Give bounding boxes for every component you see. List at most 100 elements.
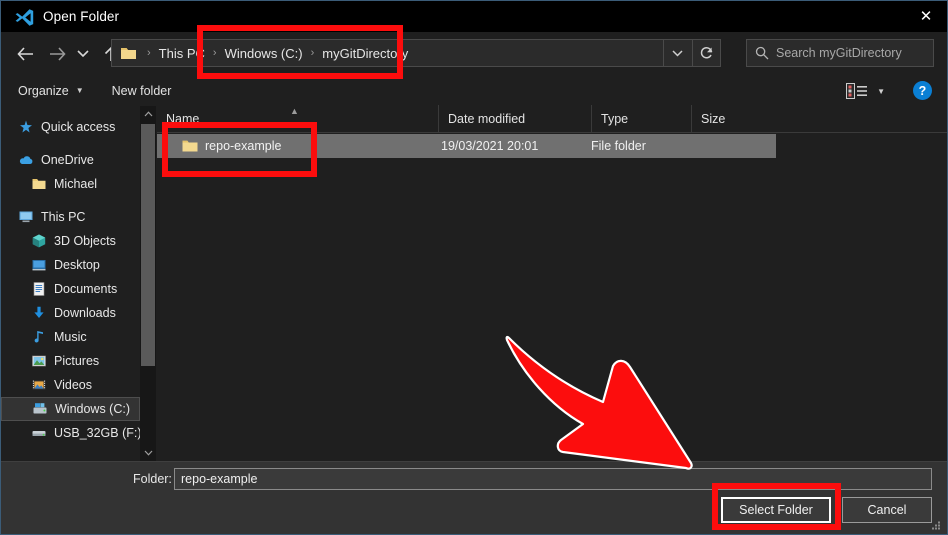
new-folder-label: New folder [111, 83, 172, 98]
close-icon: ✕ [919, 8, 933, 25]
view-options-button[interactable]: ▼ [846, 80, 885, 102]
sidebar-scrollbar[interactable] [140, 106, 156, 461]
close-button[interactable]: ✕ [903, 1, 947, 32]
chevron-down-icon [144, 450, 152, 456]
sort-ascending-icon: ▲ [290, 106, 299, 116]
navigation-sidebar[interactable]: Quick access OneDrive Michael This PC 3D… [1, 106, 140, 461]
file-type: File folder [591, 139, 646, 153]
folder-icon [182, 140, 198, 152]
breadcrumb-separator: › [212, 47, 217, 59]
vscode-logo-icon [15, 8, 34, 26]
breadcrumb-separator: › [310, 47, 315, 59]
monitor-icon [19, 211, 33, 223]
recent-locations-button[interactable] [72, 39, 94, 69]
breadcrumb-this-pc[interactable]: This PC [158, 46, 206, 61]
usb-drive-icon [32, 431, 46, 436]
cancel-button[interactable]: Cancel [842, 497, 932, 523]
new-folder-button[interactable]: New folder [106, 79, 178, 103]
search-input[interactable] [776, 46, 926, 60]
column-header-type[interactable]: Type [591, 105, 691, 132]
list-view-icon [846, 83, 868, 99]
music-note-icon [34, 331, 43, 343]
sidebar-item-onedrive[interactable]: OneDrive [1, 148, 140, 172]
cancel-label: Cancel [867, 503, 907, 517]
sidebar-item-label: OneDrive [41, 153, 94, 167]
sidebar-item-label: Windows (C:) [55, 402, 131, 416]
sidebar-item-label: Documents [54, 282, 118, 296]
sidebar-item-music[interactable]: Music [1, 325, 140, 349]
download-arrow-icon [34, 306, 44, 318]
address-dropdown-button[interactable] [663, 40, 691, 66]
file-list[interactable]: Name ▲ Date modified Type Size repo-exam… [157, 105, 947, 461]
refresh-icon [700, 47, 712, 59]
sidebar-item-label: Desktop [54, 258, 100, 272]
desktop-icon [32, 260, 46, 271]
sidebar-item-label: This PC [41, 210, 86, 224]
back-button[interactable] [10, 39, 40, 69]
picture-icon [32, 355, 46, 367]
scrollbar-thumb[interactable] [141, 124, 155, 366]
sidebar-item-michael[interactable]: Michael [1, 172, 140, 196]
file-name: repo-example [205, 139, 282, 153]
forward-arrow-icon [49, 46, 66, 61]
breadcrumb-windows-c[interactable]: Windows (C:) [224, 46, 304, 61]
folder-icon [121, 48, 136, 59]
sidebar-item-label: USB_32GB (F:) [54, 426, 140, 440]
sidebar-item-usb-drive[interactable]: USB_32GB (F:) [1, 421, 140, 445]
column-headers: Name ▲ Date modified Type Size [157, 105, 947, 133]
toolbar: Organize ▼ New folder ▼ ? [1, 75, 947, 106]
document-icon [33, 282, 45, 296]
sidebar-item-videos[interactable]: Videos [1, 373, 140, 397]
sidebar-item-label: Pictures [54, 354, 100, 368]
sidebar-item-desktop[interactable]: Desktop [1, 253, 140, 277]
sidebar-item-label: Music [54, 330, 87, 344]
chevron-down-icon: ▼ [75, 86, 84, 95]
chevron-down-icon: ▼ [877, 86, 885, 96]
folder-field-label: Folder: [133, 472, 172, 486]
refresh-button[interactable] [692, 40, 720, 66]
sidebar-item-label: Quick access [41, 120, 116, 134]
table-row[interactable]: repo-example 19/03/2021 20:01 File folde… [157, 134, 776, 158]
help-button[interactable]: ? [913, 81, 932, 100]
search-icon [755, 46, 769, 60]
sidebar-item-downloads[interactable]: Downloads [1, 301, 140, 325]
star-icon [20, 120, 32, 133]
organize-label: Organize [18, 83, 69, 98]
sidebar-item-label: Downloads [54, 306, 116, 320]
file-date-modified: 19/03/2021 20:01 [441, 139, 539, 153]
sidebar-item-windows-c[interactable]: Windows (C:) [1, 397, 140, 421]
sidebar-item-this-pc[interactable]: This PC [1, 205, 140, 229]
cloud-icon [19, 156, 33, 164]
column-header-date-modified[interactable]: Date modified [438, 105, 591, 132]
cube-icon [32, 234, 46, 248]
organize-button[interactable]: Organize ▼ [12, 79, 90, 103]
window-title: Open Folder [43, 9, 120, 24]
chevron-down-icon [77, 50, 89, 58]
folder-input[interactable] [174, 468, 932, 490]
sidebar-item-label: 3D Objects [54, 234, 116, 248]
sidebar-item-pictures[interactable]: Pictures [1, 349, 140, 373]
scroll-down-button[interactable] [140, 445, 156, 461]
select-folder-button[interactable]: Select Folder [721, 497, 831, 523]
column-header-size[interactable]: Size [691, 105, 769, 132]
resize-grip-icon[interactable] [931, 519, 943, 531]
scroll-up-button[interactable] [140, 106, 156, 122]
column-label: Date modified [448, 111, 526, 126]
back-arrow-icon [16, 46, 33, 61]
open-folder-dialog: Open Folder ✕ › This PC › Windows (C:) ›… [0, 0, 948, 535]
sidebar-item-3d-objects[interactable]: 3D Objects [1, 229, 140, 253]
hard-drive-icon [33, 403, 47, 414]
sidebar-item-quick-access[interactable]: Quick access [1, 115, 140, 139]
address-bar[interactable]: › This PC › Windows (C:) › myGitDirector… [111, 39, 721, 67]
column-label: Name [166, 111, 200, 126]
select-folder-label: Select Folder [739, 503, 813, 517]
chevron-up-icon [144, 111, 152, 117]
help-label: ? [918, 83, 927, 98]
breadcrumb-mygitdirectory[interactable]: myGitDirectory [321, 46, 409, 61]
forward-button[interactable] [42, 39, 72, 69]
column-header-name[interactable]: Name ▲ [157, 105, 438, 132]
breadcrumb-separator: › [147, 47, 151, 59]
search-box[interactable] [746, 39, 934, 67]
sidebar-item-documents[interactable]: Documents [1, 277, 140, 301]
chevron-down-icon [672, 50, 683, 57]
